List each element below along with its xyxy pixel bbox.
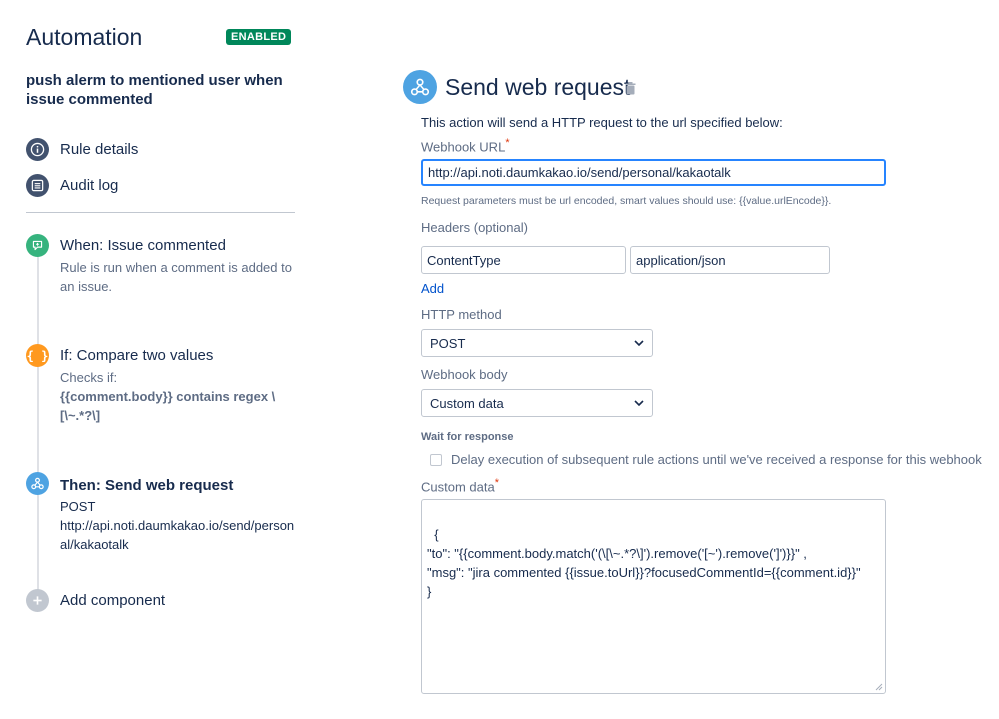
header-value-input[interactable]: application/json	[630, 246, 830, 274]
delay-execution-checkbox[interactable]	[430, 454, 442, 466]
comment-icon[interactable]	[26, 234, 49, 257]
custom-data-textarea[interactable]: { "to": "{{comment.body.match('(\[\~.*?\…	[421, 499, 886, 694]
nav-rule-details-label: Rule details	[60, 140, 139, 158]
webhook-icon[interactable]	[26, 472, 49, 495]
add-header-link[interactable]: Add	[421, 281, 444, 296]
header-key-value: ContentType	[427, 252, 501, 268]
delay-execution-label[interactable]: Delay execution of subsequent rule actio…	[451, 452, 982, 467]
action-step-url: http://api.noti.daumkakao.io/send/person…	[60, 518, 295, 552]
add-component-button[interactable]: Add component	[60, 592, 165, 609]
wait-for-response-label: Wait for response	[421, 431, 514, 443]
nav-rule-details[interactable]: Rule details	[26, 137, 138, 161]
condition-step-prefix: Checks if:	[60, 370, 118, 385]
timeline-line	[37, 255, 39, 600]
http-method-select[interactable]: POST	[421, 329, 653, 357]
panel-intro: This action will send a HTTP request to …	[421, 115, 783, 130]
required-mark: *	[505, 137, 510, 149]
info-icon	[26, 137, 49, 161]
condition-step-title[interactable]: If: Compare two values	[60, 347, 213, 364]
resize-grip-icon[interactable]	[875, 683, 883, 691]
divider	[26, 212, 295, 213]
http-method-value: POST	[430, 335, 466, 351]
chevron-down-icon	[634, 340, 644, 346]
status-badge: ENABLED	[226, 29, 292, 45]
webhook-url-value: http://api.noti.daumkakao.io/send/person…	[428, 165, 731, 180]
chevron-down-icon	[634, 400, 644, 406]
webhook-url-label-text: Webhook URL	[421, 139, 506, 155]
nav-audit-log[interactable]: Audit log	[26, 173, 118, 197]
custom-data-label: Custom data*	[421, 477, 499, 494]
webhook-body-value: Custom data	[430, 395, 504, 411]
plus-icon[interactable]	[26, 589, 49, 612]
trigger-step-description: Rule is run when a comment is added to a…	[60, 260, 292, 294]
braces-icon[interactable]: { }	[26, 344, 49, 367]
panel-title: Send web request	[445, 74, 631, 100]
custom-data-label-text: Custom data	[421, 479, 495, 495]
webhook-url-help: Request parameters must be url encoded, …	[421, 195, 832, 207]
nav-audit-log-label: Audit log	[60, 176, 119, 194]
webhook-url-input[interactable]: http://api.noti.daumkakao.io/send/person…	[421, 159, 886, 186]
trigger-step-title[interactable]: When: Issue commented	[60, 237, 226, 254]
app-title: Automation	[26, 24, 143, 50]
required-mark: *	[494, 477, 499, 489]
custom-data-value: { "to": "{{comment.body.match('(\[\~.*?\…	[427, 527, 861, 599]
headers-label: Headers (optional)	[421, 220, 528, 235]
list-icon	[26, 173, 49, 197]
condition-step-expression: {{comment.body}} contains regex \[\~.*?\…	[60, 389, 276, 423]
webhook-body-label: Webhook body	[421, 367, 508, 382]
webhook-icon	[403, 70, 437, 104]
header-key-input[interactable]: ContentType	[421, 246, 626, 274]
action-step-title[interactable]: Then: Send web request	[60, 477, 233, 494]
webhook-body-select[interactable]: Custom data	[421, 389, 653, 417]
header-value-value: application/json	[636, 252, 726, 268]
trash-icon[interactable]	[625, 82, 636, 100]
rule-name: push alerm to mentioned user when issue …	[26, 72, 283, 108]
http-method-label: HTTP method	[421, 307, 502, 322]
action-step-method: POST	[60, 499, 96, 514]
webhook-url-label: Webhook URL*	[421, 137, 510, 154]
